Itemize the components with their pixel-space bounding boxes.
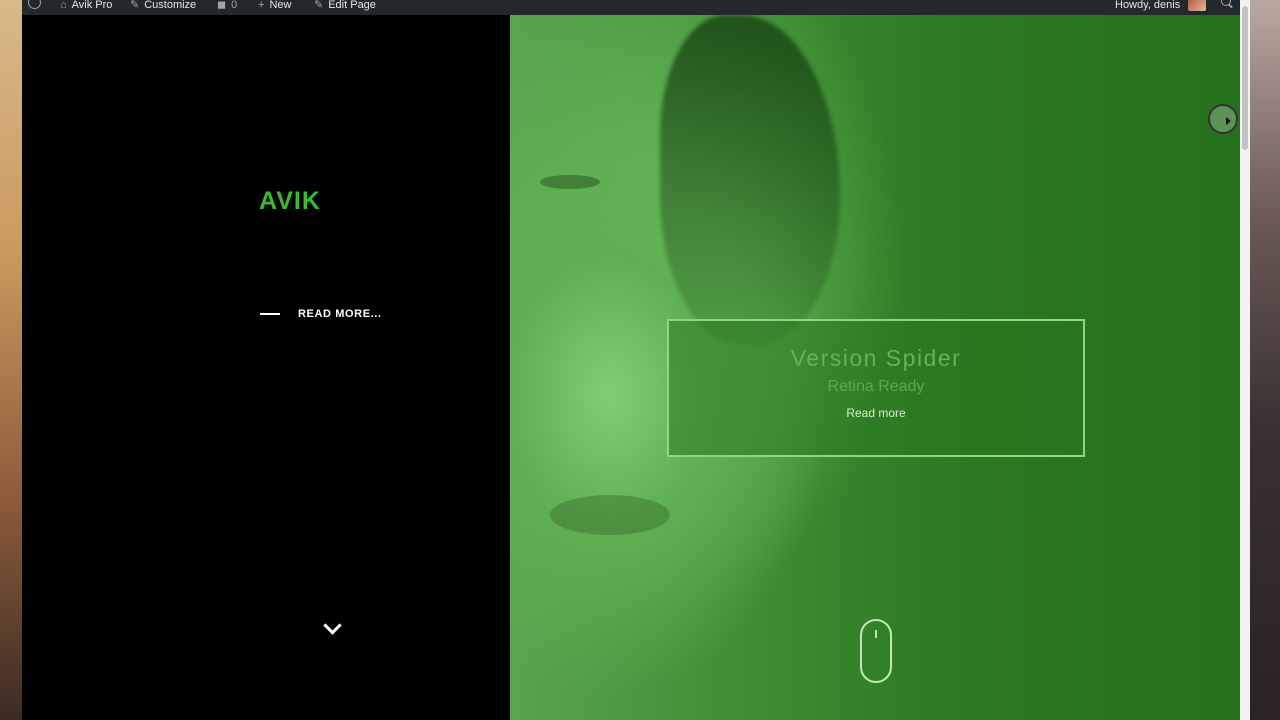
cursor-icon	[1208, 104, 1238, 134]
mouse-scroll-icon[interactable]	[860, 619, 892, 683]
read-more-row: READ MORE...	[260, 308, 382, 320]
wp-admin-bar: ⌂ Avik Pro ✎ Customize ◼ 0 + New ✎ Edit …	[22, 0, 1240, 15]
search-icon[interactable]	[1221, 0, 1231, 6]
comment-icon: ◼	[217, 0, 227, 11]
account-menu[interactable]: Howdy, denis	[1115, 0, 1180, 12]
read-more-link[interactable]: READ MORE...	[298, 308, 382, 320]
new-content-menu[interactable]: + New	[258, 0, 291, 12]
edit-page-label: Edit Page	[328, 0, 376, 11]
slide-read-more-button[interactable]: Read more	[846, 406, 905, 420]
hero-image-eye	[540, 175, 600, 189]
avatar[interactable]	[1188, 0, 1206, 11]
site-title[interactable]: AVIK	[259, 187, 321, 216]
customize-label: Customize	[144, 0, 197, 11]
comments-link[interactable]: ◼ 0	[217, 0, 237, 12]
comments-count: 0	[231, 0, 238, 11]
hero-image-hair	[660, 15, 840, 345]
intro-panel: AVIK READ MORE...	[22, 15, 510, 720]
chevron-down-icon[interactable]	[323, 616, 342, 635]
site-name-label: Avik Pro	[71, 0, 113, 11]
howdy-label: Howdy, denis	[1115, 0, 1181, 11]
site-name-menu[interactable]: ⌂ Avik Pro	[60, 0, 112, 12]
desktop-background-left	[0, 0, 22, 720]
desktop-background-right	[1250, 0, 1280, 720]
customize-link[interactable]: ✎ Customize	[130, 0, 196, 12]
edit-icon: ✎	[314, 0, 324, 11]
scrollbar[interactable]	[1240, 0, 1250, 720]
hero-image-lips	[550, 495, 670, 535]
home-icon: ⌂	[60, 0, 67, 11]
dash-divider	[260, 313, 280, 315]
slide-caption-box: Version Spider Retina Ready Read more	[667, 319, 1085, 457]
pencil-icon: ✎	[130, 0, 140, 11]
slide-subtitle: Retina Ready	[827, 378, 925, 395]
edit-page-link[interactable]: ✎ Edit Page	[314, 0, 376, 12]
hero-slider: Version Spider Retina Ready Read more	[510, 15, 1240, 720]
wordpress-icon[interactable]	[28, 0, 41, 9]
new-label: New	[269, 0, 292, 11]
browser-window: ⌂ Avik Pro ✎ Customize ◼ 0 + New ✎ Edit …	[22, 0, 1250, 720]
slide-title: Version Spider	[790, 345, 962, 371]
plus-icon: +	[258, 0, 265, 11]
scrollbar-thumb[interactable]	[1242, 6, 1248, 150]
